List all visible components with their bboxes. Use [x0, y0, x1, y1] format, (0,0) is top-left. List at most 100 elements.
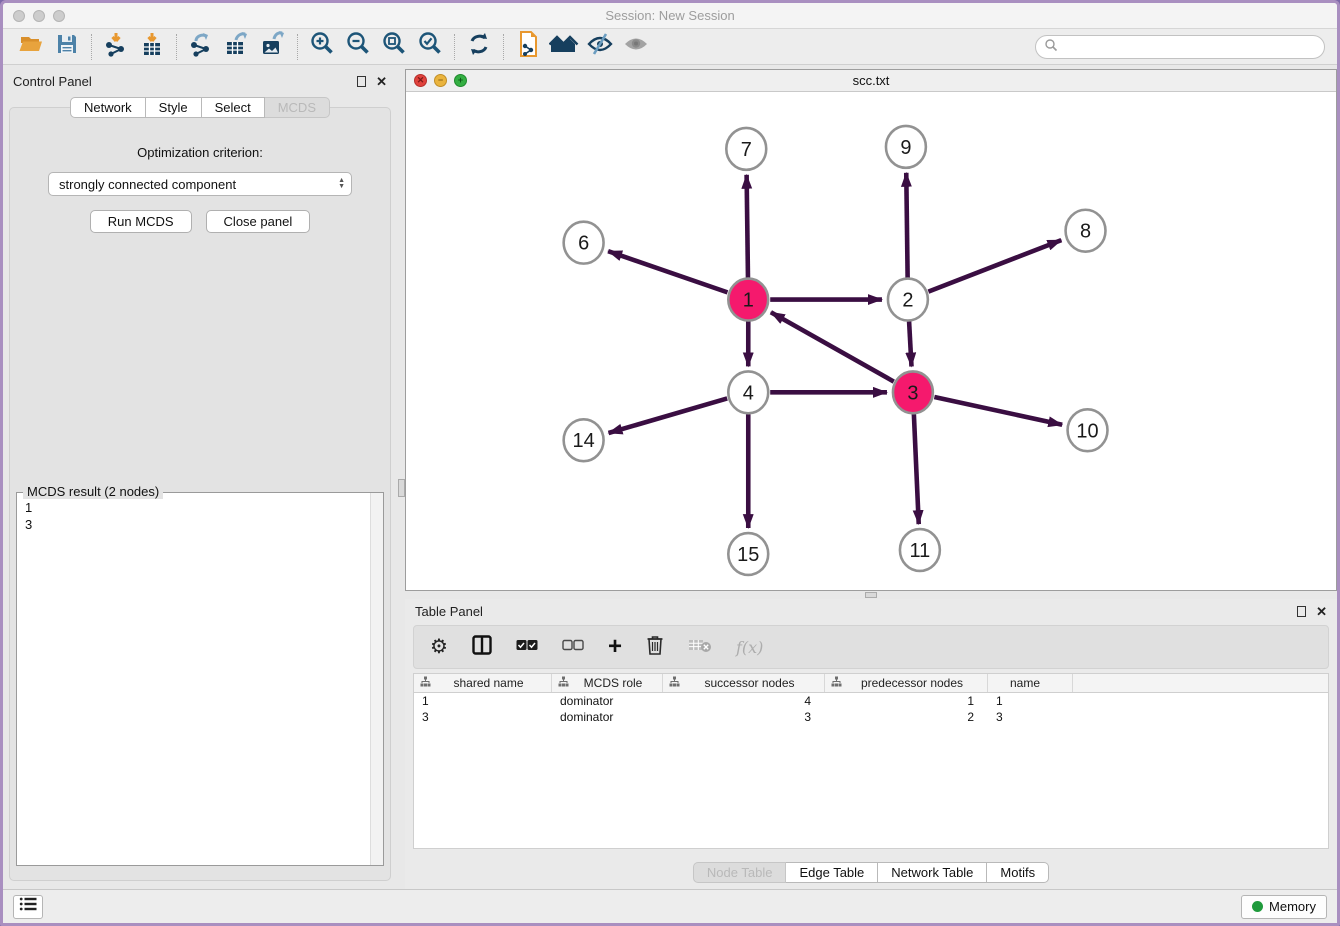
graph-node-8[interactable]: 8 [1066, 210, 1106, 252]
search-field[interactable] [1035, 35, 1325, 59]
node-label: 10 [1076, 420, 1098, 442]
column-header-MCDS-role[interactable]: MCDS role [552, 674, 663, 692]
node-label: 8 [1080, 221, 1091, 243]
cell-MCDS-role[interactable]: dominator [552, 710, 663, 724]
tab-network[interactable]: Network [70, 97, 146, 118]
edge-2-9[interactable] [906, 173, 907, 278]
cell-successor-nodes[interactable]: 3 [663, 710, 825, 724]
show-hidden-button[interactable] [618, 32, 654, 62]
apply-layout-button[interactable] [461, 32, 497, 62]
eye-icon [622, 32, 650, 61]
graph-node-14[interactable]: 14 [564, 419, 604, 461]
close-panel-button[interactable]: Close panel [206, 210, 311, 233]
zoom-selected-button[interactable] [412, 32, 448, 62]
graph-node-1[interactable]: 1 [728, 279, 768, 321]
edge-3-1[interactable] [771, 312, 894, 381]
float-panel-icon[interactable] [1297, 606, 1306, 617]
tab-select[interactable]: Select [202, 97, 265, 118]
toolbar-separator [91, 34, 92, 60]
export-table-button[interactable] [219, 32, 255, 62]
hide-selected-button[interactable] [582, 32, 618, 62]
graph-node-9[interactable]: 9 [886, 126, 926, 168]
column-header-predecessor-nodes[interactable]: predecessor nodes [825, 674, 988, 692]
edge-2-3[interactable] [909, 321, 911, 366]
shared-column-icon [420, 676, 431, 690]
splitter-grip[interactable] [398, 479, 405, 497]
tab-node-table[interactable]: Node Table [693, 862, 787, 883]
graph-node-10[interactable]: 10 [1068, 409, 1108, 451]
close-panel-icon[interactable]: ✕ [1316, 605, 1327, 618]
edge-1-6[interactable] [608, 251, 727, 292]
deselect-all-columns-button[interactable] [562, 638, 584, 656]
nested-network-button[interactable] [546, 32, 582, 62]
node-label: 9 [900, 137, 911, 159]
close-panel-icon[interactable]: ✕ [376, 75, 387, 88]
zoom-selected-icon [417, 31, 443, 62]
graph-node-3[interactable]: 3 [893, 371, 933, 413]
open-session-button[interactable] [13, 32, 49, 62]
export-image-button[interactable] [255, 32, 291, 62]
cell-name[interactable]: 3 [988, 710, 1073, 724]
table-row[interactable]: 3dominator323 [414, 709, 1328, 725]
zoom-in-icon [309, 31, 335, 62]
graph-node-11[interactable]: 11 [900, 529, 940, 571]
import-network-button[interactable] [98, 32, 134, 62]
criterion-select[interactable]: strongly connected component ▲ ▼ [48, 172, 352, 196]
table-options-button[interactable]: ⚙ [430, 637, 448, 657]
tab-network-table[interactable]: Network Table [878, 862, 987, 883]
tab-mcds[interactable]: MCDS [265, 97, 330, 118]
delete-table-button[interactable] [688, 637, 712, 658]
memory-button[interactable]: Memory [1241, 895, 1327, 919]
zoom-out-button[interactable] [340, 32, 376, 62]
cell-successor-nodes[interactable]: 4 [663, 694, 825, 708]
graph-node-4[interactable]: 4 [728, 371, 768, 413]
shared-column-icon [558, 676, 569, 690]
table-toolbar: ⚙ + f(x) [413, 625, 1329, 669]
titlebar: Session: New Session [3, 3, 1337, 29]
cell-predecessor-nodes[interactable]: 1 [825, 694, 988, 708]
edge-2-8[interactable] [928, 240, 1061, 292]
run-mcds-button[interactable]: Run MCDS [90, 210, 192, 233]
table-row[interactable]: 1dominator411 [414, 693, 1328, 709]
import-table-button[interactable] [134, 32, 170, 62]
tab-style[interactable]: Style [146, 97, 202, 118]
edge-3-11[interactable] [914, 414, 919, 524]
cell-shared-name[interactable]: 3 [414, 710, 552, 724]
column-header-name[interactable]: name [988, 674, 1073, 692]
network-canvas[interactable]: 7 9 6 8 1 2 4 3 14 10 15 11 [406, 92, 1336, 590]
search-input[interactable] [1058, 38, 1324, 56]
splitter-grip[interactable] [865, 592, 877, 598]
column-header-shared-name[interactable]: shared name [414, 674, 552, 692]
select-all-columns-button[interactable] [516, 638, 538, 656]
task-history-button[interactable] [13, 895, 43, 919]
graph-node-7[interactable]: 7 [726, 128, 766, 170]
zoom-fit-button[interactable] [376, 32, 412, 62]
edge-3-10[interactable] [934, 397, 1062, 425]
edge-4-14[interactable] [609, 398, 728, 433]
edge-1-7[interactable] [747, 175, 748, 278]
node-label: 4 [743, 382, 754, 404]
vertical-splitter[interactable] [397, 69, 405, 889]
new-network-from-selection-button[interactable] [510, 32, 546, 62]
cell-predecessor-nodes[interactable]: 2 [825, 710, 988, 724]
graph-node-15[interactable]: 15 [728, 533, 768, 575]
mcds-result-scrollbar[interactable] [370, 493, 383, 865]
cell-MCDS-role[interactable]: dominator [552, 694, 663, 708]
float-panel-icon[interactable] [357, 76, 366, 87]
column-header-successor-nodes[interactable]: successor nodes [663, 674, 825, 692]
tab-motifs[interactable]: Motifs [987, 862, 1049, 883]
graph-node-6[interactable]: 6 [564, 222, 604, 264]
delete-column-button[interactable] [646, 634, 664, 661]
cell-shared-name[interactable]: 1 [414, 694, 552, 708]
create-column-button[interactable]: + [608, 635, 622, 659]
function-builder-button[interactable]: f(x) [736, 638, 763, 657]
cell-name[interactable]: 1 [988, 694, 1073, 708]
tab-edge-table[interactable]: Edge Table [786, 862, 878, 883]
export-network-button[interactable] [183, 32, 219, 62]
save-session-button[interactable] [49, 32, 85, 62]
show-columns-button[interactable] [472, 635, 492, 660]
table-panel-title: Table Panel [415, 604, 483, 619]
horizontal-splitter[interactable] [405, 591, 1337, 599]
zoom-in-button[interactable] [304, 32, 340, 62]
graph-node-2[interactable]: 2 [888, 279, 928, 321]
